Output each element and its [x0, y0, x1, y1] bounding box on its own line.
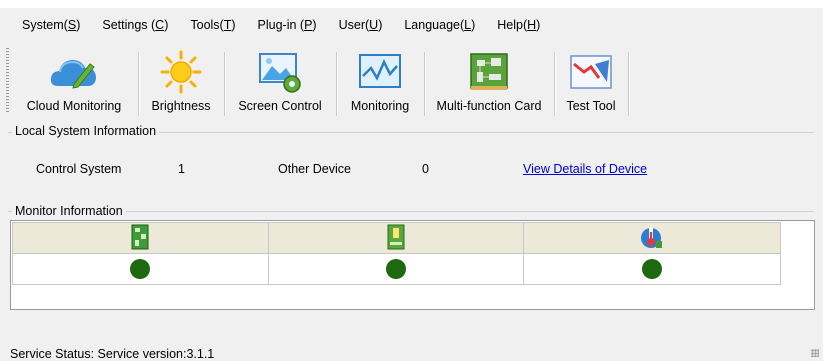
- screen-control-button[interactable]: Screen Control: [228, 44, 332, 120]
- test-tool-label: Test Tool: [566, 99, 616, 113]
- resize-grip-icon[interactable]: [811, 349, 819, 357]
- view-details-link[interactable]: View Details of Device: [523, 162, 647, 176]
- monitor-group-border: [8, 211, 814, 212]
- brightness-button[interactable]: Brightness: [142, 44, 220, 120]
- toolbar-separator: [628, 52, 630, 116]
- monitor-col-temperature[interactable]: [523, 222, 781, 254]
- menu-tools[interactable]: Tools(T): [178, 15, 245, 35]
- temperature-status-cell[interactable]: [523, 253, 781, 285]
- monitor-icon-row: [12, 222, 781, 254]
- menu-language[interactable]: Language(L): [392, 15, 485, 35]
- menu-bar: System(S) Settings (C) Tools(T) Plug-in …: [0, 14, 823, 36]
- multi-function-card-button[interactable]: Multi-function Card: [428, 44, 550, 120]
- menu-plugin[interactable]: Plug-in (P): [246, 15, 327, 35]
- monitoring-label: Monitoring: [350, 99, 410, 113]
- sending-status-cell[interactable]: [12, 253, 269, 285]
- toolbar-separator: [424, 52, 426, 116]
- toolbar-separator: [138, 52, 140, 116]
- toolbar: Cloud Monitoring Brightness Screen Contr…: [0, 38, 823, 122]
- other-device-value: 0: [422, 162, 429, 176]
- monitoring-button[interactable]: Monitoring: [340, 44, 420, 120]
- chart-test-icon: [570, 55, 612, 89]
- window-top-edge: [0, 0, 823, 8]
- control-system-value: 1: [178, 162, 185, 176]
- monitor-col-sending[interactable]: [12, 222, 269, 254]
- status-ok-icon: [642, 259, 663, 279]
- receiving-status-cell[interactable]: [267, 253, 525, 285]
- receiving-card-icon: [387, 224, 405, 249]
- toolbar-separator: [554, 52, 556, 116]
- cloud-monitoring-label: Cloud Monitoring: [26, 99, 122, 113]
- toolbar-separator: [224, 52, 226, 116]
- monitor-col-receiving[interactable]: [267, 222, 525, 254]
- monitor-info-title: Monitor Information: [12, 204, 126, 218]
- menu-settings[interactable]: Settings (C): [90, 15, 178, 35]
- toolbar-grip[interactable]: [6, 48, 9, 112]
- circuit-board-icon: [470, 53, 508, 90]
- local-system-title: Local System Information: [12, 124, 160, 138]
- control-system-label: Control System: [36, 162, 122, 176]
- cloud-edit-icon: [50, 60, 96, 89]
- cloud-monitoring-button[interactable]: Cloud Monitoring: [14, 44, 134, 120]
- monitor-wave-icon: [359, 54, 401, 88]
- sending-card-icon: [131, 224, 149, 249]
- status-bar-text: Service Status: Service version:3.1.1: [10, 347, 215, 361]
- menu-system[interactable]: System(S): [0, 15, 90, 35]
- other-device-label: Other Device: [278, 162, 351, 176]
- menu-help[interactable]: Help(H): [485, 15, 550, 35]
- monitor-table: [12, 222, 781, 285]
- test-tool-button[interactable]: Test Tool: [558, 44, 624, 120]
- multi-function-card-label: Multi-function Card: [436, 99, 542, 113]
- thermometer-icon: [641, 226, 663, 248]
- status-ok-icon: [385, 259, 406, 279]
- brightness-label: Brightness: [151, 99, 211, 113]
- monitor-status-row: [12, 253, 781, 285]
- menu-user[interactable]: User(U): [327, 15, 393, 35]
- screen-control-label: Screen Control: [238, 99, 322, 113]
- screen-gear-icon: [259, 53, 301, 93]
- toolbar-separator: [336, 52, 338, 116]
- status-ok-icon: [130, 259, 151, 279]
- sun-icon: [160, 50, 202, 94]
